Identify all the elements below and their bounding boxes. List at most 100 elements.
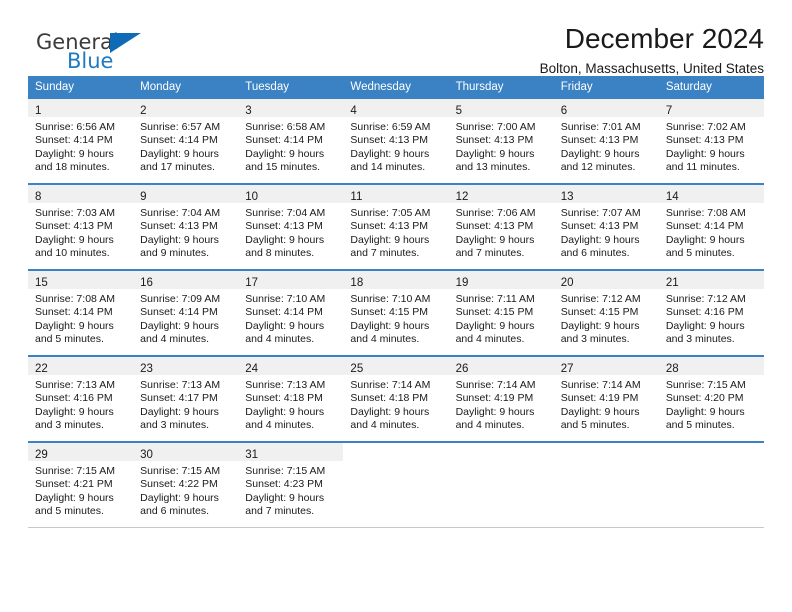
sunset-text: Sunset: 4:13 PM [455,134,534,147]
sunrise-text: Sunrise: 6:59 AM [350,121,431,133]
calendar-day-cell[interactable]: 24 Sunrise: 7:13 AM Sunset: 4:18 PM Dayligh… [238,355,344,443]
sunrise-text: Sunrise: 7:14 AM [350,379,431,391]
calendar-day-cell[interactable]: 31 Sunrise: 7:15 AM Sunset: 4:23 PM Dayligh… [238,441,344,528]
day-cell-inner: 1 Sunrise: 6:56 AM Sunset: 4:14 PM Daylight… [28,99,134,183]
calendar-day-cell[interactable]: 16 Sunrise: 7:09 AM Sunset: 4:14 PM Dayligh… [133,269,239,357]
calendar-day-cell[interactable]: 17 Sunrise: 7:10 AM Sunset: 4:14 PM Dayligh… [238,269,344,357]
calendar-day-cell[interactable]: 6 Sunrise: 7:01 AM Sunset: 4:13 PM Daylight… [553,97,659,185]
day-number: 13 [560,191,574,203]
sunset-text: Sunset: 4:13 PM [245,220,323,233]
calendar-day-cell[interactable]: 29 Sunrise: 7:15 AM Sunset: 4:21 PM Dayligh… [28,441,134,528]
daylight-text-cont: and 9 minutes. [140,247,210,260]
day-number: 16 [140,277,153,289]
sunrise-text: Sunrise: 7:00 AM [455,121,536,133]
calendar-day-cell[interactable]: 3 Sunrise: 6:58 AM Sunset: 4:14 PM Daylight… [238,97,344,185]
page-subtitle: Bolton, Massachusetts, United States [539,61,764,76]
calendar-day-cell[interactable]: 10 Sunrise: 7:04 AM Sunset: 4:13 PM Dayligh… [238,183,344,271]
sunset-text: Sunset: 4:15 PM [455,306,534,319]
daylight-text: Daylight: 9 hours [35,491,114,504]
day-number-band: 5 [448,99,554,117]
logo-triangle-icon [110,33,141,53]
day-number: 6 [560,105,568,117]
calendar-day-cell[interactable]: 22 Sunrise: 7:13 AM Sunset: 4:16 PM Dayligh… [28,355,134,443]
daylight-text-cont: and 4 minutes. [245,333,315,346]
calendar-day-cell[interactable]: 28 Sunrise: 7:15 AM Sunset: 4:20 PM Dayligh… [658,355,764,443]
day-number: 17 [245,277,259,289]
calendar-day-cell[interactable]: 25 Sunrise: 7:14 AM Sunset: 4:18 PM Dayligh… [343,355,449,443]
day-number: 4 [350,105,357,117]
day-number: 23 [140,363,153,375]
day-details: Sunrise: 7:10 AM Sunset: 4:14 PM Daylight:… [238,289,343,347]
sunset-text: Sunset: 4:14 PM [35,306,113,319]
day-details: Sunrise: 7:04 AM Sunset: 4:13 PM Daylight:… [133,203,238,261]
sunset-text: Sunset: 4:15 PM [350,306,429,319]
calendar-day-cell[interactable]: 13 Sunrise: 7:07 AM Sunset: 4:13 PM Dayligh… [553,183,659,271]
day-cell-inner: 28 Sunrise: 7:15 AM Sunset: 4:20 PM Dayligh… [658,357,764,441]
daylight-text-cont: and 13 minutes. [455,161,531,174]
calendar-day-cell[interactable]: 18 Sunrise: 7:10 AM Sunset: 4:15 PM Dayligh… [343,269,449,357]
calendar-week-row: 15 Sunrise: 7:08 AM Sunset: 4:14 PM Dayligh… [28,269,764,357]
calendar-day-cell[interactable]: 21 Sunrise: 7:12 AM Sunset: 4:16 PM Dayligh… [658,269,764,357]
day-number-band: 16 [133,271,239,289]
day-number: 11 [350,191,363,203]
sunrise-text: Sunrise: 7:12 AM [665,293,746,305]
daylight-text-cont: and 4 minutes. [245,419,315,432]
calendar-day-cell[interactable]: 11 Sunrise: 7:05 AM Sunset: 4:13 PM Dayligh… [343,183,449,271]
calendar-day-cell[interactable]: 30 Sunrise: 7:15 AM Sunset: 4:22 PM Dayligh… [133,441,239,528]
day-details: Sunrise: 7:15 AM Sunset: 4:20 PM Daylight:… [659,375,764,433]
day-number-band: 10 [238,185,344,203]
day-cell-inner: 4 Sunrise: 6:59 AM Sunset: 4:13 PM Daylight… [343,99,449,183]
calendar-day-cell[interactable]: 4 Sunrise: 6:59 AM Sunset: 4:13 PM Daylight… [343,97,449,185]
day-cell-inner: 26 Sunrise: 7:14 AM Sunset: 4:19 PM Dayligh… [448,357,554,441]
day-details: Sunrise: 7:13 AM Sunset: 4:17 PM Daylight:… [133,375,238,433]
day-details [554,461,659,465]
general-blue-logo[interactable]: General Blue [36,30,216,78]
calendar-day-cell[interactable]: 1 Sunrise: 6:56 AM Sunset: 4:14 PM Daylight… [28,97,134,185]
day-cell-inner: 13 Sunrise: 7:07 AM Sunset: 4:13 PM Dayligh… [553,185,659,269]
day-number: 14 [665,191,679,203]
daylight-text: Daylight: 9 hours [455,147,535,160]
daylight-text: Daylight: 9 hours [140,491,219,504]
calendar-day-cell[interactable]: 23 Sunrise: 7:13 AM Sunset: 4:17 PM Dayligh… [133,355,239,443]
calendar-day-cell[interactable]: 12 Sunrise: 7:06 AM Sunset: 4:13 PM Dayligh… [448,183,554,271]
day-number: 9 [140,191,147,203]
calendar-week-row: 22 Sunrise: 7:13 AM Sunset: 4:16 PM Dayligh… [28,355,764,443]
calendar-header: Sunday Monday Tuesday Wednesday Thursday… [28,76,764,98]
sunrise-text: Sunrise: 6:56 AM [35,121,115,133]
day-number-band [343,443,448,461]
day-number-band: 26 [448,357,554,375]
daylight-text-cont: and 12 minutes. [560,161,636,174]
day-cell-inner: 27 Sunrise: 7:14 AM Sunset: 4:19 PM Dayligh… [553,357,659,441]
daylight-text: Daylight: 9 hours [245,491,325,504]
calendar-day-cell[interactable]: 26 Sunrise: 7:14 AM Sunset: 4:19 PM Dayligh… [448,355,554,443]
sunrise-text: Sunrise: 7:12 AM [560,293,641,305]
calendar-day-cell[interactable]: 19 Sunrise: 7:11 AM Sunset: 4:15 PM Dayligh… [448,269,554,357]
daylight-text-cont: and 5 minutes. [35,505,104,518]
calendar-day-cell[interactable]: 2 Sunrise: 6:57 AM Sunset: 4:14 PM Daylight… [133,97,239,185]
daylight-text: Daylight: 9 hours [140,405,219,418]
daylight-text: Daylight: 9 hours [455,233,535,246]
calendar-day-cell[interactable]: 9 Sunrise: 7:04 AM Sunset: 4:13 PM Daylight… [133,183,239,271]
day-number-band: 20 [553,271,659,289]
daylight-text-cont: and 7 minutes. [245,505,315,518]
day-number-band: 31 [238,443,344,461]
weekday-header-friday: Friday [553,76,659,98]
calendar-day-cell[interactable]: 20 Sunrise: 7:12 AM Sunset: 4:15 PM Dayligh… [553,269,659,357]
sunrise-text: Sunrise: 7:08 AM [35,293,115,305]
weekday-header-tuesday: Tuesday [238,76,344,98]
sunrise-text: Sunrise: 7:11 AM [455,293,535,305]
day-cell-inner: 15 Sunrise: 7:08 AM Sunset: 4:14 PM Dayligh… [28,271,134,355]
calendar-day-cell[interactable]: 8 Sunrise: 7:03 AM Sunset: 4:13 PM Daylight… [28,183,134,271]
calendar-day-cell[interactable]: 7 Sunrise: 7:02 AM Sunset: 4:13 PM Daylight… [658,97,764,185]
day-number-band: 12 [448,185,554,203]
day-cell-inner [343,443,448,527]
calendar-day-cell[interactable]: 5 Sunrise: 7:00 AM Sunset: 4:13 PM Daylight… [448,97,554,185]
calendar-day-cell[interactable]: 27 Sunrise: 7:14 AM Sunset: 4:19 PM Dayligh… [553,355,659,443]
day-cell-inner [554,443,659,527]
calendar-day-cell[interactable]: 14 Sunrise: 7:08 AM Sunset: 4:14 PM Dayligh… [658,183,764,271]
sunset-text: Sunset: 4:13 PM [140,220,218,233]
calendar-day-cell[interactable]: 15 Sunrise: 7:08 AM Sunset: 4:14 PM Dayligh… [28,269,134,357]
day-details: Sunrise: 7:09 AM Sunset: 4:14 PM Daylight:… [133,289,238,347]
daylight-text-cont: and 6 minutes. [560,247,630,260]
day-cell-inner: 31 Sunrise: 7:15 AM Sunset: 4:23 PM Dayligh… [238,443,344,527]
